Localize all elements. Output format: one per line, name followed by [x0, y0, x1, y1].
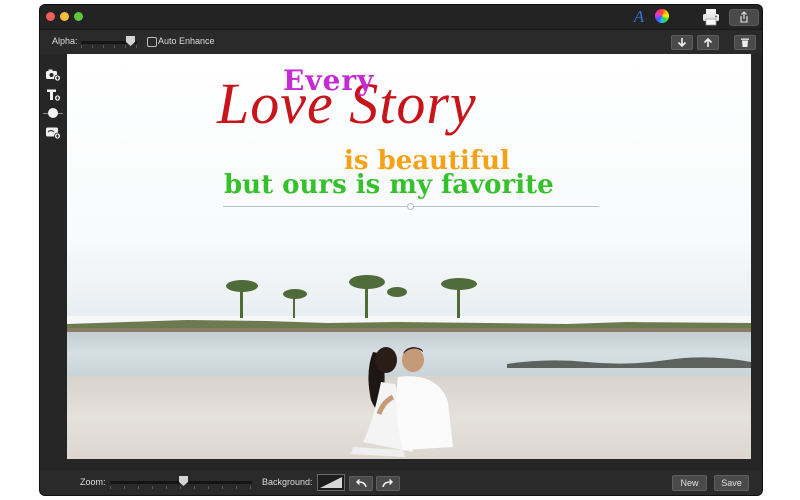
add-text-icon	[47, 89, 61, 102]
selection-handle[interactable]	[407, 203, 414, 210]
add-photo-icon	[46, 69, 61, 82]
undo-button[interactable]	[349, 476, 373, 491]
color-wheel-icon[interactable]	[655, 9, 669, 23]
gradient-icon	[320, 477, 342, 488]
auto-enhance-checkbox[interactable]	[147, 37, 157, 47]
minimize-window-button[interactable]	[60, 12, 69, 21]
text-favorite[interactable]: but ours is my favorite	[224, 170, 554, 200]
close-window-button[interactable]	[46, 12, 55, 21]
printer-icon[interactable]	[702, 8, 720, 26]
background-swatch[interactable]	[317, 474, 345, 491]
photo-couple	[351, 347, 453, 457]
send-backward-button[interactable]	[671, 35, 693, 50]
new-button[interactable]: New	[672, 475, 707, 491]
text-every[interactable]: Every	[283, 64, 374, 97]
add-sticker-button[interactable]	[45, 126, 61, 140]
background-label: Background:	[262, 477, 313, 487]
font-icon[interactable]: A	[629, 7, 649, 27]
bring-forward-button[interactable]	[697, 35, 719, 50]
add-sticker-icon	[46, 127, 61, 140]
zoom-slider-ticks	[110, 486, 252, 489]
arrow-up-icon	[703, 37, 713, 47]
photo-rocks	[507, 357, 751, 368]
share-icon	[740, 11, 748, 23]
share-button[interactable]	[729, 9, 759, 26]
zoom-label: Zoom:	[80, 477, 106, 487]
auto-enhance-label[interactable]: Auto Enhance	[158, 36, 215, 46]
app-window: A Alpha: Auto Enhance Love Story Every i…	[40, 5, 762, 495]
bottom-bar: Zoom: Background: New Save	[40, 470, 762, 495]
photo-trees	[226, 275, 477, 318]
maximize-window-button[interactable]	[74, 12, 83, 21]
undo-icon	[355, 478, 367, 488]
toolbar: Alpha: Auto Enhance	[40, 30, 762, 54]
arrow-down-icon	[677, 38, 687, 48]
redo-button[interactable]	[376, 476, 400, 491]
add-text-button[interactable]	[45, 88, 61, 102]
zoom-slider-knob[interactable]	[179, 476, 188, 486]
add-photo-button[interactable]	[45, 68, 61, 82]
light-icon	[48, 108, 58, 118]
trash-icon	[741, 38, 749, 47]
alpha-slider-ticks	[81, 45, 137, 48]
delete-button[interactable]	[734, 35, 756, 50]
left-tool-panel	[40, 55, 66, 460]
redo-icon	[382, 478, 394, 488]
save-button[interactable]: Save	[714, 475, 749, 491]
alpha-label: Alpha:	[52, 36, 78, 46]
title-bar: A	[40, 5, 762, 30]
editor-canvas[interactable]: Love Story Every is beautiful but ours i…	[67, 54, 751, 459]
light-toggle[interactable]	[45, 106, 61, 120]
